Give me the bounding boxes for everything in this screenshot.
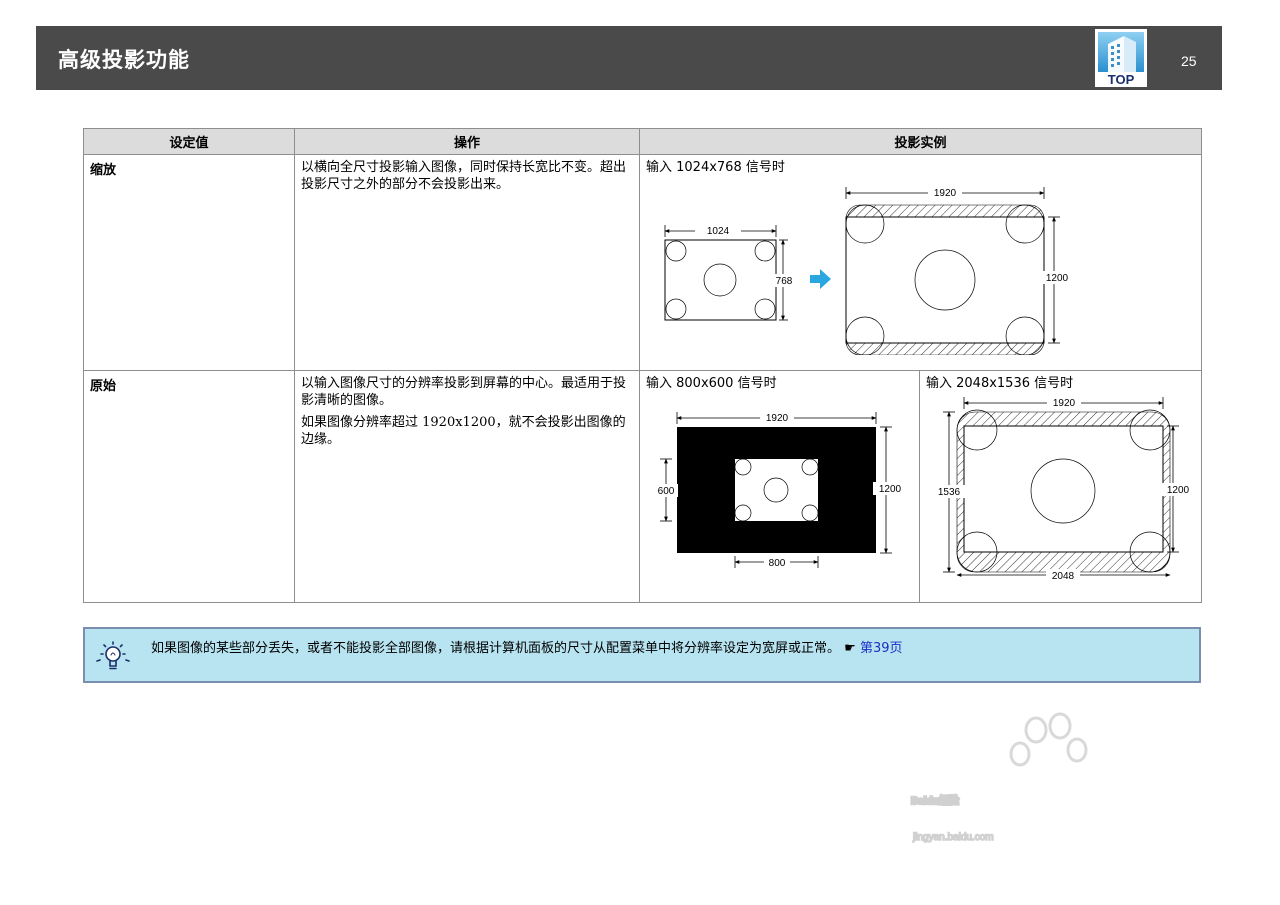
tip-text: 如果图像的某些部分丢失，或者不能投影全部图像，请根据计算机面板的尺寸从配置菜单中…: [151, 640, 903, 658]
pointing-hand-icon: ☛: [844, 641, 856, 656]
desc-text: 以输入图像尺寸的分辨率投影到屏幕的中心。最适用于投影清晰的图像。: [301, 376, 627, 408]
desc-text: 如果图像分辨率超过 1920x1200，就不会投影出图像的边缘。: [301, 415, 626, 447]
label-right-height: 1200: [1167, 485, 1190, 496]
watermark-url: jingyan.baidu.com: [912, 832, 994, 843]
example-caption: 输入 800x600 信号时: [646, 376, 777, 391]
header-bar: 高级投影功能 TOP 25: [36, 26, 1222, 90]
table-header-row: 设定值 操作 投影实例: [83, 128, 1203, 155]
header-example: 投影实例: [638, 128, 1203, 155]
label-top-width: 1920: [766, 413, 789, 424]
zoom-diagram: 1024 768 1920 1200: [664, 186, 1074, 355]
label-top-width: 1920: [1053, 398, 1076, 409]
example-zoom: 输入 1024x768 信号时 1024 768 1920 1200: [638, 154, 1203, 371]
example-caption: 输入 1024x768 信号时: [646, 160, 785, 175]
example-native-2048: 输入 2048x1536 信号时 1920 1200 1536 2048: [918, 370, 1203, 603]
watermark-brand: Baidu经验: [911, 794, 960, 807]
header-operation: 操作: [294, 128, 640, 155]
building-icon: [1098, 32, 1144, 72]
table-row: 缩放 以横向全尺寸投影输入图像，同时保持长宽比不变。超出投影尺寸之外的部分不会投…: [83, 154, 1203, 371]
header-setting: 设定值: [83, 128, 295, 155]
example-native-800: 输入 800x600 信号时 1920 1200 600 800: [639, 370, 920, 603]
label-left-height: 1536: [938, 487, 961, 498]
top-label: TOP: [1107, 72, 1135, 87]
page-link[interactable]: 第39页: [860, 641, 903, 656]
example-caption: 输入 2048x1536 信号时: [926, 376, 1074, 391]
native-2048-diagram: 1920 1200 1536 2048: [933, 396, 1194, 582]
page-number: 25: [1181, 53, 1197, 69]
arrow-right-icon: [810, 269, 831, 289]
desc-native: 以输入图像尺寸的分辨率投影到屏幕的中心。最适用于投影清晰的图像。 如果图像分辨率…: [294, 370, 640, 603]
lightbulb-icon: [96, 641, 130, 670]
settings-table: 设定值 操作 投影实例 缩放 以横向全尺寸投影输入图像，同时保持长宽比不变。超出…: [83, 128, 1203, 603]
setting-zoom: 缩放: [83, 154, 295, 371]
table-row: 原始 以输入图像尺寸的分辨率投影到屏幕的中心。最适用于投影清晰的图像。 如果图像…: [83, 370, 1203, 603]
label-left-height: 600: [658, 486, 675, 497]
desc-text: 以横向全尺寸投影输入图像，同时保持长宽比不变。超出投影尺寸之外的部分不会投影出来…: [301, 160, 627, 192]
label-out-width: 1920: [934, 188, 957, 199]
desc-zoom: 以横向全尺寸投影输入图像，同时保持长宽比不变。超出投影尺寸之外的部分不会投影出来…: [294, 154, 640, 371]
label-bottom-width: 2048: [1052, 571, 1075, 582]
tip-box: 如果图像的某些部分丢失，或者不能投影全部图像，请根据计算机面板的尺寸从配置菜单中…: [83, 627, 1201, 683]
setting-native: 原始: [83, 370, 295, 603]
baidu-watermark: Baidu经验 jingyan.baidu.com: [910, 712, 1088, 844]
label-bottom-width: 800: [769, 558, 786, 569]
tip-message: 如果图像的某些部分丢失，或者不能投影全部图像，请根据计算机面板的尺寸从配置菜单中…: [151, 641, 841, 656]
label-right-height: 1200: [879, 484, 902, 495]
top-button[interactable]: TOP: [1095, 29, 1147, 87]
native-800-diagram: 1920 1200 600 800: [654, 411, 907, 569]
page-title: 高级投影功能: [58, 48, 190, 72]
label-in-width: 1024: [707, 226, 730, 237]
label-out-height: 1200: [1046, 273, 1069, 284]
label-in-height: 768: [776, 276, 793, 287]
